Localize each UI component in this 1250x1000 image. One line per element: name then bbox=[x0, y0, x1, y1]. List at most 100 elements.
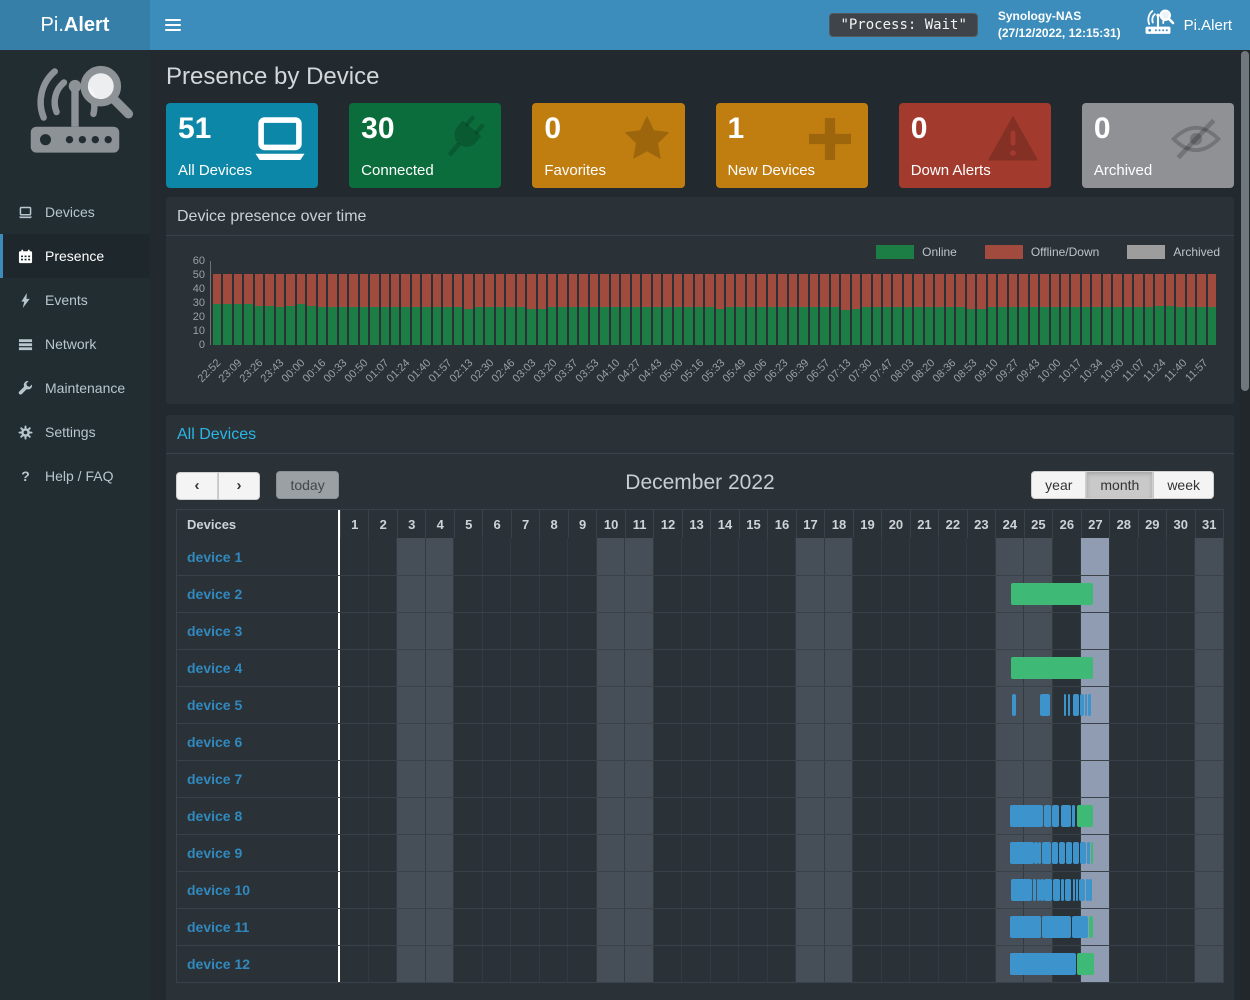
calendar-prev-button[interactable]: ‹ bbox=[176, 472, 218, 500]
presence-event-current[interactable] bbox=[1011, 583, 1094, 605]
presence-event-past[interactable] bbox=[1037, 879, 1040, 901]
chart-bar bbox=[548, 261, 556, 345]
chart-bar bbox=[820, 261, 828, 345]
calendar-view-week-button[interactable]: week bbox=[1153, 471, 1214, 499]
summary-card-new-devices[interactable]: 1New Devices bbox=[716, 103, 868, 188]
device-link[interactable]: device 6 bbox=[187, 734, 242, 750]
summary-card-all-devices[interactable]: 51All Devices bbox=[166, 103, 318, 188]
sidebar-item-settings[interactable]: Settings bbox=[0, 410, 150, 454]
eye-slash-icon bbox=[1168, 111, 1224, 167]
device-link[interactable]: device 2 bbox=[187, 586, 242, 602]
presence-event-past[interactable] bbox=[1053, 879, 1060, 901]
calendar-view-year-button[interactable]: year bbox=[1031, 471, 1086, 499]
calendar-view-month-button[interactable]: month bbox=[1086, 471, 1153, 499]
presence-event-past[interactable] bbox=[1088, 694, 1091, 716]
presence-event-past[interactable] bbox=[1073, 842, 1079, 864]
presence-event-past[interactable] bbox=[1080, 694, 1084, 716]
day-cell bbox=[824, 650, 853, 686]
presence-event-past[interactable] bbox=[1042, 842, 1051, 864]
sidebar-item-devices[interactable]: Devices bbox=[0, 190, 150, 234]
presence-event-past[interactable] bbox=[1073, 694, 1079, 716]
summary-card-archived[interactable]: 0Archived bbox=[1082, 103, 1234, 188]
presence-event-past[interactable] bbox=[1052, 805, 1060, 827]
day-cell bbox=[966, 613, 995, 649]
presence-event-current[interactable] bbox=[1089, 916, 1094, 938]
device-link[interactable]: device 11 bbox=[187, 919, 249, 935]
day-cell bbox=[510, 613, 539, 649]
presence-event-past[interactable] bbox=[1085, 694, 1088, 716]
presence-event-past[interactable] bbox=[1042, 916, 1070, 938]
presence-event-past[interactable] bbox=[1072, 916, 1088, 938]
calendar-next-button[interactable]: › bbox=[218, 472, 260, 500]
device-link[interactable]: device 9 bbox=[187, 845, 242, 861]
presence-event-past[interactable] bbox=[1080, 842, 1086, 864]
presence-event-past[interactable] bbox=[1010, 805, 1043, 827]
presence-event-past[interactable] bbox=[1010, 842, 1034, 864]
presence-event-past[interactable] bbox=[1066, 842, 1072, 864]
presence-event-past[interactable] bbox=[1010, 916, 1041, 938]
device-link[interactable]: device 12 bbox=[187, 956, 250, 972]
presence-event-past[interactable] bbox=[1072, 805, 1075, 827]
presence-event-past[interactable] bbox=[1065, 879, 1071, 901]
presence-event-past[interactable] bbox=[1044, 805, 1051, 827]
sidebar-item-maintenance[interactable]: Maintenance bbox=[0, 366, 150, 410]
presence-event-past[interactable] bbox=[1087, 842, 1090, 864]
presence-event-past[interactable] bbox=[1012, 694, 1017, 716]
day-cell bbox=[966, 872, 995, 908]
presence-event-past[interactable] bbox=[1061, 805, 1071, 827]
presence-event-past[interactable] bbox=[1052, 842, 1058, 864]
day-cell bbox=[824, 687, 853, 723]
summary-card-down-alerts[interactable]: 0Down Alerts bbox=[899, 103, 1051, 188]
presence-event-current[interactable] bbox=[1077, 805, 1094, 827]
presence-event-past[interactable] bbox=[1011, 879, 1032, 901]
presence-event-current[interactable] bbox=[1011, 657, 1094, 679]
presence-event-past[interactable] bbox=[1044, 879, 1052, 901]
presence-event-past[interactable] bbox=[1068, 694, 1070, 716]
chart-bar bbox=[265, 261, 273, 345]
device-link[interactable]: device 5 bbox=[187, 697, 242, 713]
presence-event-past[interactable] bbox=[1061, 879, 1064, 901]
chart-bar bbox=[401, 261, 409, 345]
chart-bar bbox=[1124, 261, 1132, 345]
day-cell bbox=[653, 724, 682, 760]
presence-event-past[interactable] bbox=[1034, 842, 1037, 864]
day-cell bbox=[510, 909, 539, 945]
presence-event-past[interactable] bbox=[1064, 694, 1066, 716]
device-link[interactable]: device 1 bbox=[187, 549, 242, 565]
hamburger-icon[interactable] bbox=[150, 0, 195, 50]
presence-event-past[interactable] bbox=[1076, 879, 1079, 901]
presence-event-past[interactable] bbox=[1033, 879, 1036, 901]
day-cell bbox=[852, 909, 881, 945]
presence-event-past[interactable] bbox=[1040, 879, 1043, 901]
sidebar-item-presence[interactable]: Presence bbox=[0, 234, 150, 278]
presence-event-past[interactable] bbox=[1073, 879, 1075, 901]
presence-event-past[interactable] bbox=[1040, 694, 1050, 716]
device-link[interactable]: device 4 bbox=[187, 660, 242, 676]
device-link[interactable]: device 3 bbox=[187, 623, 242, 639]
day-cell bbox=[453, 724, 482, 760]
scrollbar-thumb[interactable] bbox=[1241, 51, 1249, 391]
brand-logo[interactable]: Pi.Alert bbox=[0, 0, 150, 50]
sidebar-item-network[interactable]: Network bbox=[0, 322, 150, 366]
presence-event-past[interactable] bbox=[1038, 842, 1040, 864]
day-cell bbox=[425, 946, 454, 982]
device-link[interactable]: device 8 bbox=[187, 808, 242, 824]
day-cell bbox=[453, 798, 482, 834]
presence-event-current[interactable] bbox=[1077, 953, 1094, 975]
presence-event-past[interactable] bbox=[1089, 879, 1092, 901]
presence-event-past[interactable] bbox=[1059, 842, 1065, 864]
sidebar-item-events[interactable]: Events bbox=[0, 278, 150, 322]
day-cell bbox=[539, 538, 568, 575]
presence-event-past[interactable] bbox=[1079, 879, 1085, 901]
device-link[interactable]: device 10 bbox=[187, 882, 250, 898]
calendar-today-button[interactable]: today bbox=[276, 471, 338, 499]
summary-card-favorites[interactable]: 0Favorites bbox=[532, 103, 684, 188]
summary-card-connected[interactable]: 30Connected bbox=[349, 103, 501, 188]
presence-event-past[interactable] bbox=[1010, 953, 1076, 975]
day-cell bbox=[681, 946, 710, 982]
presence-event-current[interactable] bbox=[1091, 842, 1094, 864]
presence-event-past[interactable] bbox=[1086, 879, 1089, 901]
device-link[interactable]: device 7 bbox=[187, 771, 242, 787]
sidebar-item-help-faq[interactable]: ?Help / FAQ bbox=[0, 454, 150, 498]
day-cell bbox=[368, 835, 397, 871]
